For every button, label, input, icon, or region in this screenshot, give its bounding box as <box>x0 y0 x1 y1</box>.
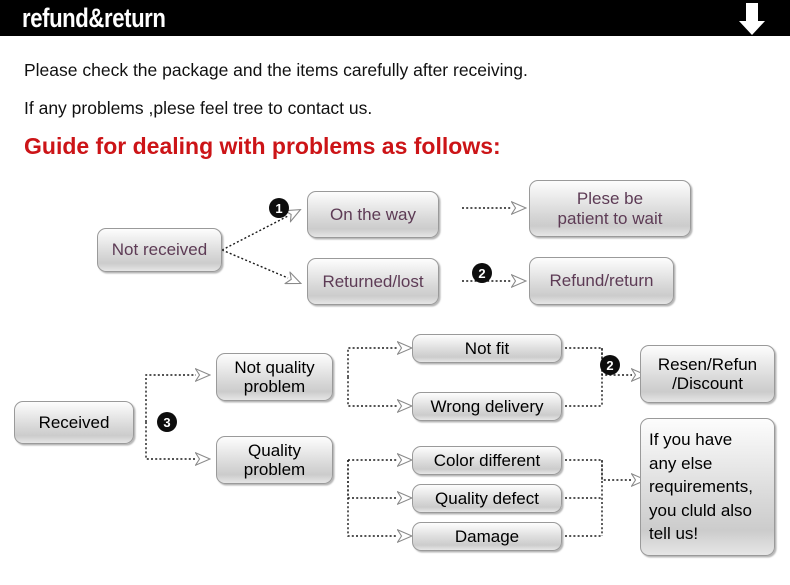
node-label-line1: Plese be <box>576 189 644 209</box>
flow-node-not-fit: Not fit <box>412 334 562 363</box>
node-label: Received <box>38 412 110 432</box>
node-label-line1: Not quality <box>234 357 315 377</box>
node-label-line2: patient to wait <box>557 208 663 228</box>
header-bar: refund&return <box>0 0 790 36</box>
flow-node-refund-return: Refund/return <box>529 257 674 305</box>
node-label-line5: tell us! <box>649 524 699 544</box>
node-label: Refund/return <box>549 271 654 291</box>
node-label-line2: problem <box>243 460 306 479</box>
flow-node-contact-us: If you have any else requirements, you c… <box>640 418 775 556</box>
guide-heading: Guide for dealing with problems as follo… <box>24 133 501 159</box>
intro-line-2: If any problems ,plese feel tree to cont… <box>24 98 373 118</box>
node-label-line2: any else <box>649 453 713 473</box>
badge-3: 3 <box>157 412 177 432</box>
flow-node-on-the-way: On the way <box>307 191 439 238</box>
flow-node-received: Received <box>14 401 134 444</box>
flow-node-be-patient: Plese be patient to wait <box>529 180 691 237</box>
node-label: Color different <box>433 450 541 470</box>
node-label-line1: Resen/Refun <box>657 354 758 374</box>
flow-node-not-received: Not received <box>97 228 222 272</box>
flow-node-returned-lost: Returned/lost <box>307 258 439 305</box>
page-title: refund&return <box>22 3 166 33</box>
node-label-line3: requirements, <box>649 477 753 497</box>
node-label: Damage <box>454 526 520 546</box>
flow-node-quality-defect: Quality defect <box>412 484 562 513</box>
flow-node-not-quality-problem: Not quality problem <box>216 353 333 401</box>
node-label: Not fit <box>464 338 510 358</box>
flow-node-color-different: Color different <box>412 446 562 475</box>
badge-1: 1 <box>269 198 289 218</box>
flow-node-quality-problem: Quality problem <box>216 436 333 484</box>
badge-2-top: 2 <box>472 263 492 283</box>
node-label-line1: If you have <box>649 430 733 450</box>
node-label-line1: Quality <box>248 440 301 460</box>
node-label: Returned/lost <box>322 271 424 291</box>
down-arrow-icon <box>739 3 765 35</box>
refund-return-banner: refund&return Please check the package a… <box>0 0 790 585</box>
flow-node-damage: Damage <box>412 522 562 551</box>
node-label-line2: /Discount <box>672 374 743 393</box>
node-label: Quality defect <box>435 488 539 508</box>
intro-line-1: Please check the package and the items c… <box>24 60 528 80</box>
flow-node-resend-refund-discount: Resen/Refun /Discount <box>640 345 775 403</box>
node-label-line4: you cluld also <box>649 500 753 520</box>
node-label: Wrong delivery <box>430 396 544 416</box>
badge-2-bottom: 2 <box>600 355 620 375</box>
node-label: Not received <box>111 240 208 260</box>
node-label-line2: problem <box>243 377 306 396</box>
node-label: On the way <box>330 204 416 224</box>
flow-node-wrong-delivery: Wrong delivery <box>412 392 562 421</box>
